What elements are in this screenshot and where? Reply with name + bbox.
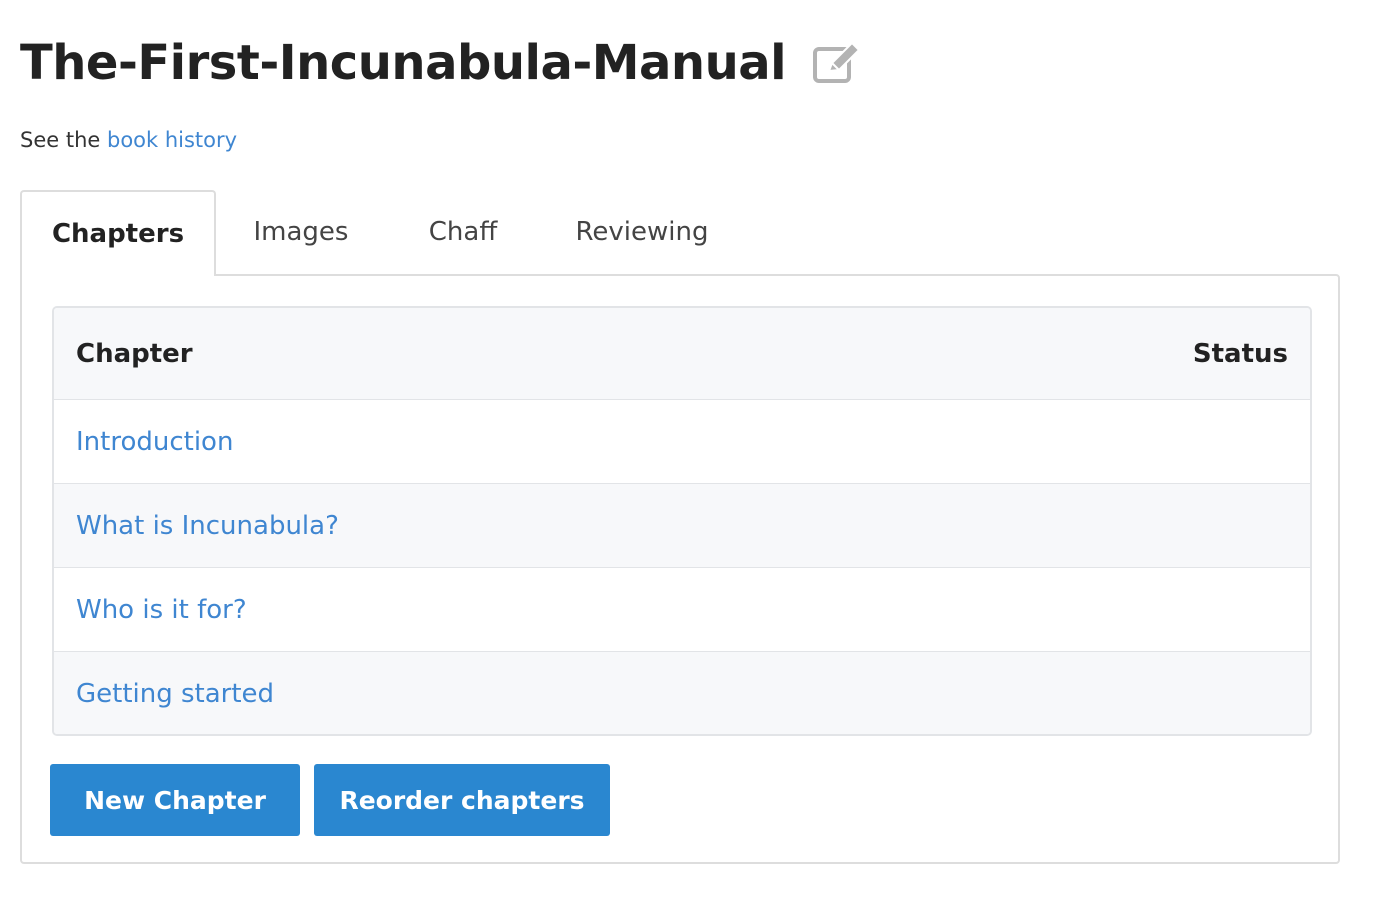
- book-history-line: See the book history: [20, 128, 237, 152]
- table-header: Chapter Status: [54, 308, 1310, 400]
- tab-bar: Chapters Images Chaff Reviewing: [20, 190, 1340, 276]
- chapter-link[interactable]: Getting started: [76, 679, 274, 709]
- table-row: What is Incunabula?: [54, 484, 1310, 568]
- table-row: Who is it for?: [54, 568, 1310, 652]
- tab-chaff[interactable]: Chaff: [408, 190, 518, 274]
- column-header-status: Status: [1192, 338, 1288, 369]
- chapter-link[interactable]: Introduction: [76, 427, 233, 457]
- column-header-chapter: Chapter: [76, 338, 193, 369]
- history-prefix: See the: [20, 128, 107, 152]
- tab-reviewing[interactable]: Reviewing: [564, 190, 720, 274]
- page: The-First-Incunabula-Manual See the book…: [0, 0, 1376, 904]
- table-row: Introduction: [54, 400, 1310, 484]
- book-history-link[interactable]: book history: [107, 128, 237, 152]
- book-title: The-First-Incunabula-Manual: [20, 35, 787, 91]
- table-row: Getting started: [54, 652, 1310, 734]
- chapters-panel: Chapter Status Introduction What is Incu…: [20, 274, 1340, 864]
- edit-icon[interactable]: [812, 41, 862, 85]
- new-chapter-button[interactable]: New Chapter: [50, 764, 300, 836]
- tab-images[interactable]: Images: [236, 190, 366, 274]
- tab-chapters[interactable]: Chapters: [20, 190, 216, 276]
- chapters-table: Chapter Status Introduction What is Incu…: [52, 306, 1312, 736]
- reorder-chapters-button[interactable]: Reorder chapters: [314, 764, 610, 836]
- chapter-link[interactable]: What is Incunabula?: [76, 511, 339, 541]
- title-row: The-First-Incunabula-Manual: [20, 28, 862, 98]
- chapter-link[interactable]: Who is it for?: [76, 595, 247, 625]
